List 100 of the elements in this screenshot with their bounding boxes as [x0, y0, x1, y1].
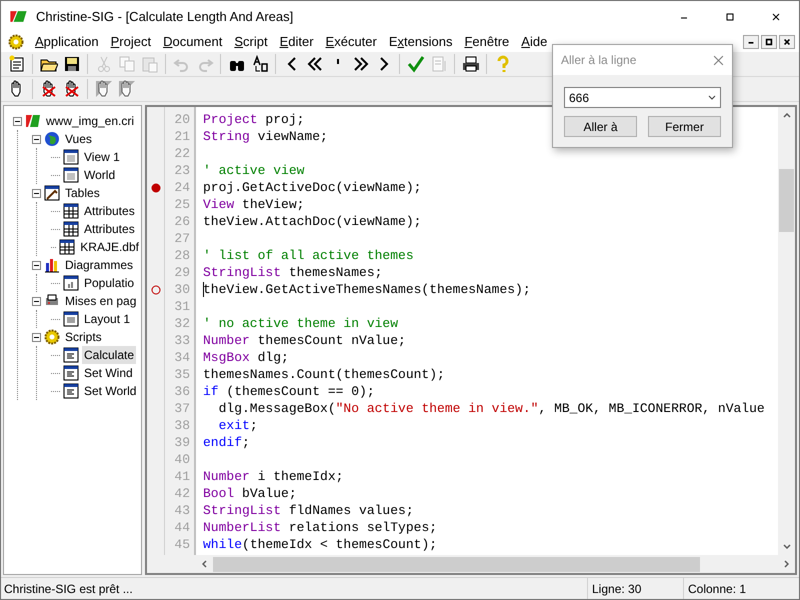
code-line: StringList themesNames;: [203, 264, 382, 281]
scrollbar-thumb[interactable]: [779, 169, 794, 232]
line-number: 28: [174, 247, 190, 264]
tree-item[interactable]: www_img_en.cri: [44, 112, 136, 130]
code-line: while(themeIdx < themesCount);: [203, 536, 438, 553]
line-number: 42: [174, 485, 190, 502]
line-number: 41: [174, 468, 190, 485]
menu-item[interactable]: Editer: [276, 32, 318, 52]
scrollbar-thumb[interactable]: [213, 556, 700, 572]
line-number: 20: [174, 111, 190, 128]
code-line: Number i themeIdx;: [203, 468, 344, 485]
menu-item[interactable]: Exécuter: [322, 32, 381, 52]
line-number: 22: [174, 145, 190, 162]
collapse-icon[interactable]: [32, 188, 41, 198]
collapse-icon[interactable]: [32, 134, 41, 144]
line-number: 32: [174, 315, 190, 332]
collapse-icon[interactable]: [13, 116, 22, 126]
dropdown-caret-icon[interactable]: [708, 95, 716, 100]
menu-item[interactable]: Application: [31, 32, 103, 52]
menu-item[interactable]: Extensions: [384, 32, 456, 52]
code-line: String viewName;: [203, 128, 328, 145]
line-number: 43: [174, 502, 190, 519]
logo-icon: [10, 10, 28, 23]
line-number: 35: [174, 366, 190, 383]
menu-item[interactable]: Project: [106, 32, 156, 52]
dialog-button[interactable]: Aller à: [564, 116, 637, 137]
maximize-icon[interactable]: [761, 35, 777, 49]
line-number: 21: [174, 128, 190, 145]
scroll-down-icon[interactable]: [782, 544, 790, 549]
scroll-right-icon[interactable]: [784, 560, 789, 568]
table-icon: [63, 221, 79, 237]
tree-item[interactable]: Vues: [63, 130, 94, 148]
table-icon: [44, 185, 60, 201]
map-document-icon: [63, 167, 79, 183]
line-number: 33: [174, 332, 190, 349]
tree-item[interactable]: World: [82, 166, 118, 184]
gear-icon[interactable]: [8, 34, 24, 50]
menu-item[interactable]: Document: [159, 32, 226, 52]
line-number: 37: [174, 400, 190, 417]
tree-item[interactable]: Calculate: [82, 346, 136, 364]
code-line: Number themesCount nValue;: [203, 332, 406, 349]
breakpoint-icon[interactable]: [150, 182, 160, 192]
vertical-scrollbar[interactable]: [778, 107, 795, 555]
window-title: Christine-SIG - [Calculate Length And Areas]: [36, 8, 294, 26]
scroll-up-icon[interactable]: [782, 113, 790, 118]
tree-item[interactable]: Attributes: [82, 202, 137, 220]
dialog-button[interactable]: Fermer: [648, 116, 721, 137]
line-number: 30: [174, 281, 190, 298]
code-line: Bool bValue;: [203, 485, 297, 502]
code-line: ' list of all active themes: [203, 247, 414, 264]
tree-item[interactable]: Tables: [63, 184, 102, 202]
tree-item[interactable]: Set Wind: [82, 364, 135, 382]
code-line: NumberList relations selTypes;: [203, 519, 438, 536]
collapse-icon[interactable]: [32, 296, 41, 306]
tree-item[interactable]: Attributes: [82, 220, 137, 238]
script-document-icon: [63, 365, 79, 381]
line-number: 24: [174, 179, 190, 196]
menu-item[interactable]: Fenêtre: [460, 32, 514, 52]
line-number-combo[interactable]: 666: [564, 87, 721, 108]
menu-item[interactable]: Script: [230, 32, 272, 52]
tree-item[interactable]: View 1: [82, 148, 122, 166]
bar-chart-icon: [44, 257, 60, 273]
table-icon: [59, 239, 76, 255]
column-indicator: Colonne: 1: [683, 578, 779, 599]
tree-item[interactable]: Populatio: [82, 274, 136, 292]
horizontal-scrollbar[interactable]: [196, 555, 795, 573]
code-line: theView.GetActiveThemesNames(themesNames);: [203, 281, 531, 298]
minimize-icon[interactable]: [743, 35, 759, 49]
line-number: 44: [174, 519, 190, 536]
menu-item[interactable]: Aide: [517, 32, 552, 52]
table-icon: [63, 203, 79, 219]
code-line: proj.GetActiveDoc(viewName);: [203, 179, 422, 196]
code-line: dlg.MessageBox("No active theme in view.", MB_OK, MB_ICONERROR, nValue: [218, 400, 765, 417]
tree-item[interactable]: KRAJE.dbf: [78, 238, 141, 256]
tree-item[interactable]: Diagrammes: [63, 256, 136, 274]
tree-item[interactable]: Set World: [82, 382, 138, 400]
logo-icon: [25, 113, 41, 129]
code-line: if (themesCount == 0);: [203, 383, 375, 400]
hollow-breakpoint-icon[interactable]: [150, 284, 160, 294]
line-number: 40: [174, 451, 190, 468]
globe-icon: [44, 131, 60, 147]
map-document-icon: [63, 149, 79, 165]
tree-item[interactable]: Scripts: [63, 328, 104, 346]
collapse-icon[interactable]: [32, 260, 41, 270]
close-icon[interactable]: [779, 35, 795, 49]
line-number: 39: [174, 434, 190, 451]
code-line: Project proj;: [203, 111, 304, 128]
tree-item[interactable]: Layout 1: [82, 310, 132, 328]
code-line: View theView;: [203, 196, 304, 213]
scroll-left-icon[interactable]: [202, 560, 207, 568]
tree-item[interactable]: Mises en pag: [63, 292, 138, 310]
line-number: 23: [174, 162, 190, 179]
code-line: ' active view: [203, 162, 304, 179]
code-line: endif;: [203, 434, 250, 451]
code-line: MsgBox dlg;: [203, 349, 289, 366]
collapse-icon[interactable]: [32, 332, 41, 342]
line-number: 38: [174, 417, 190, 434]
line-number: 27: [174, 230, 190, 247]
code-line: themesNames.Count(themesCount);: [203, 366, 445, 383]
dialog-title: Aller à la ligne: [561, 52, 638, 69]
